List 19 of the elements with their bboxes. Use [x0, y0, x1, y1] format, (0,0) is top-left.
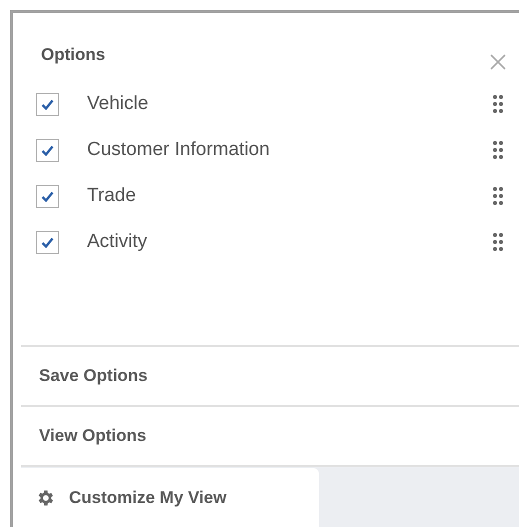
- checkmark-icon: [41, 236, 54, 248]
- drag-handle-icon[interactable]: [493, 141, 503, 159]
- checkbox[interactable]: [36, 92, 59, 116]
- section-header[interactable]: Save Options: [21, 345, 519, 405]
- checkmark-icon: [41, 190, 54, 202]
- checkbox[interactable]: [36, 184, 59, 208]
- customize-tab[interactable]: Customize My View: [21, 468, 319, 527]
- checkbox[interactable]: [36, 138, 59, 162]
- panel-title: Options: [41, 44, 106, 66]
- checkbox[interactable]: [36, 230, 59, 254]
- option-label: Customer Information: [87, 138, 271, 162]
- option-label: Activity: [87, 230, 148, 254]
- option-label: Trade: [87, 184, 137, 208]
- drag-handle-icon[interactable]: [493, 187, 503, 205]
- drag-handle-icon[interactable]: [493, 233, 503, 251]
- checkmark-icon: [41, 98, 54, 110]
- option-label: Vehicle: [87, 92, 150, 116]
- drag-handle-icon[interactable]: [493, 95, 503, 113]
- checkmark-icon: [41, 144, 54, 156]
